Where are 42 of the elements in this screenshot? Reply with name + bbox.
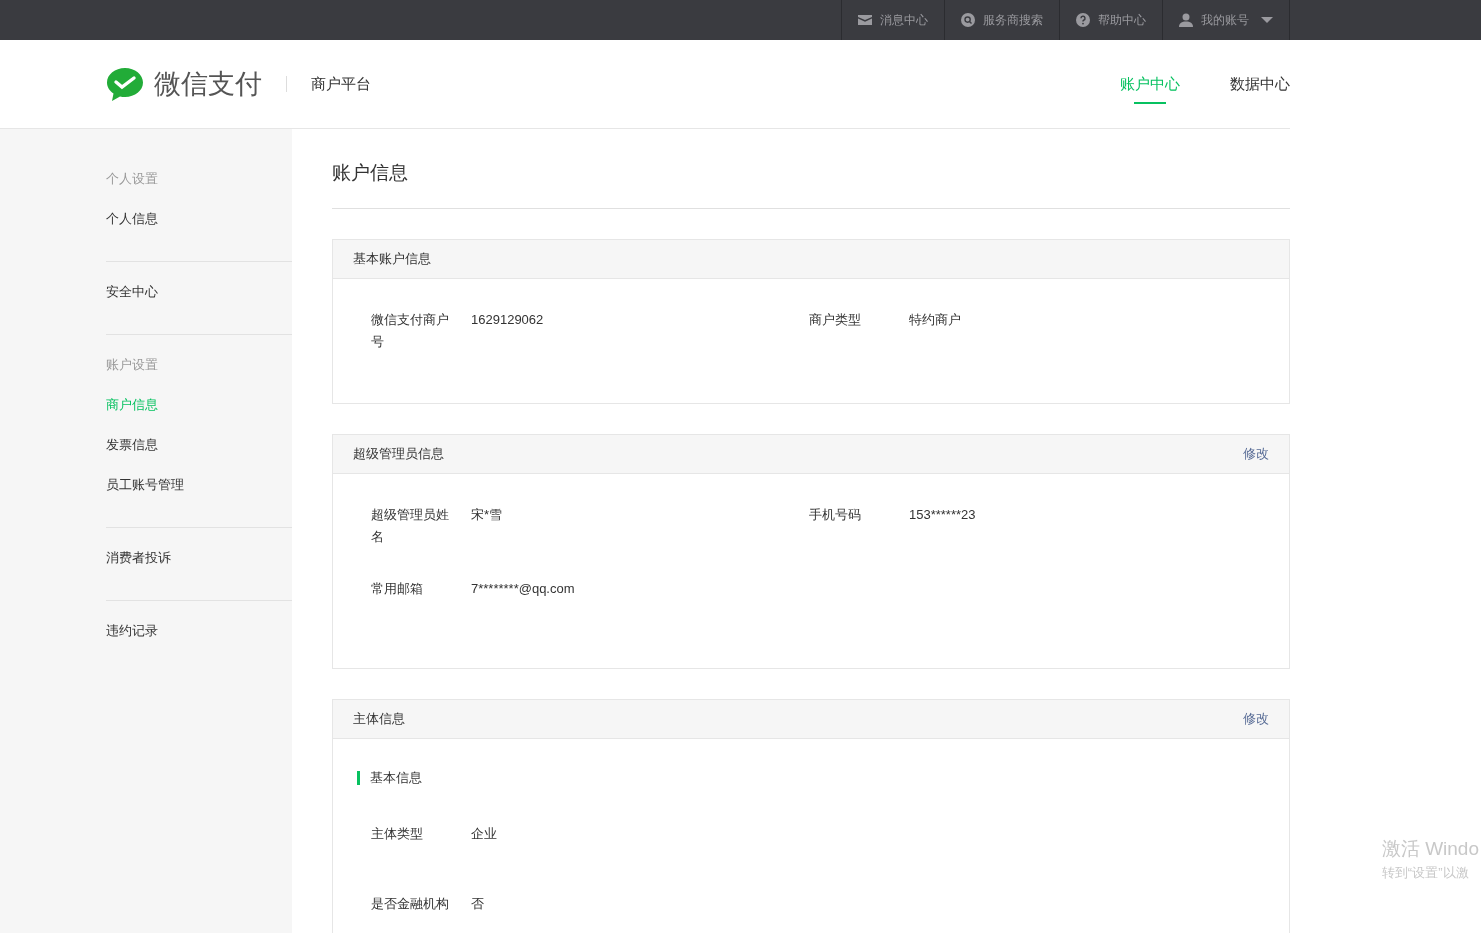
panel-title: 基本账户信息 [353,250,431,268]
brand-name: 微信支付 [154,68,262,101]
mail-icon [858,15,872,25]
field-label: 手机号码 [809,506,862,524]
nav-tab[interactable]: 数据中心 [1230,40,1290,128]
field-label: 微信支付商户号 [371,311,450,351]
edit-link[interactable]: 修改 [1243,445,1269,463]
sidebar-item[interactable]: 违约记录 [106,611,292,651]
sidebar-item[interactable]: 发票信息 [106,425,292,465]
field-value: 企业 [471,825,497,843]
field-label: 主体类型 [371,825,424,843]
field-label: 超级管理员姓名 [371,506,450,546]
field-label: 是否金融机构 [371,895,450,913]
search-icon [961,13,975,27]
sidebar-item[interactable]: 员工账号管理 [106,465,292,505]
sidebar-heading: 账户设置 [106,356,159,374]
sidebar-item[interactable]: 安全中心 [106,272,292,312]
field-label: 常用邮箱 [371,580,424,598]
page-title: 账户信息 [332,129,1290,209]
field-value: 7********@qq.com [471,580,575,598]
user-icon [1179,13,1193,27]
field-label: 商户类型 [809,311,862,329]
field-value: 153******23 [909,506,976,524]
platform-name: 商户平台 [311,74,371,94]
top-bar-link[interactable]: 帮助中心 [1059,0,1162,40]
sidebar-item[interactable]: 消费者投诉 [106,538,292,578]
field-value: 特约商户 [909,311,961,329]
accent-bar [357,771,360,785]
top-bar-link[interactable]: 我的账号 [1162,0,1290,40]
field-value: 否 [471,895,484,913]
panel-title: 主体信息 [353,710,405,728]
sidebar-item[interactable]: 个人信息 [106,199,292,239]
top-bar-link[interactable]: 服务商搜索 [944,0,1059,40]
top-bar-link[interactable]: 消息中心 [841,0,944,40]
sidebar-heading: 个人设置 [106,170,159,188]
edit-link[interactable]: 修改 [1243,710,1269,728]
chat-bubble-check-icon [106,66,144,102]
field-value: 宋*雪 [471,506,503,524]
subsection-title: 基本信息 [370,769,422,787]
field-value: 1629129062 [471,311,544,329]
help-icon [1076,13,1090,27]
panel-title: 超级管理员信息 [353,445,444,463]
